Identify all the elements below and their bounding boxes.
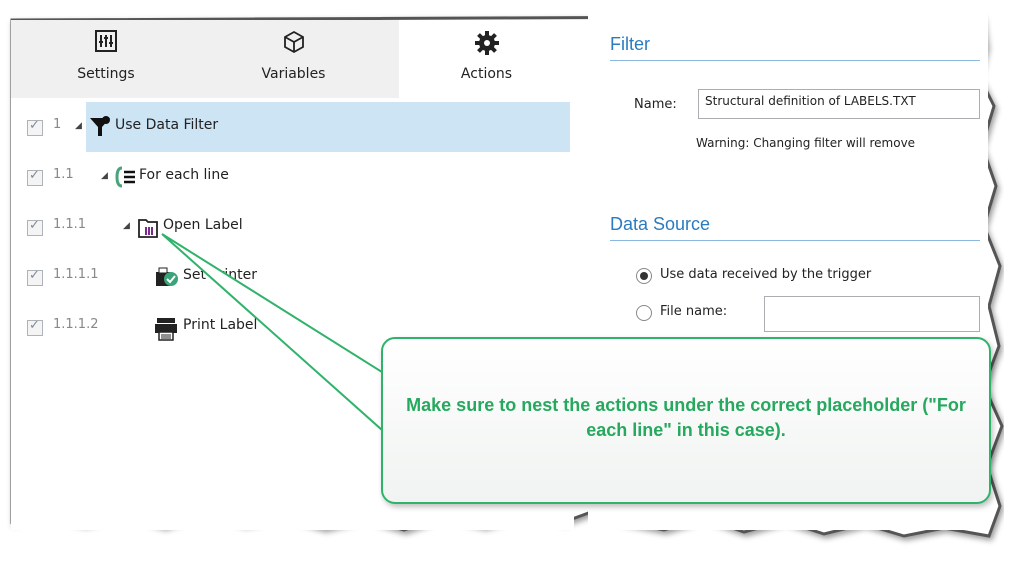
screenshot-frame: Settings Variables Actions ✓ 1 ◢ Use Dat… — [0, 0, 1021, 562]
callout-text: Make sure to nest the actions under the … — [406, 395, 966, 440]
tip-callout: Make sure to nest the actions under the … — [381, 337, 991, 504]
